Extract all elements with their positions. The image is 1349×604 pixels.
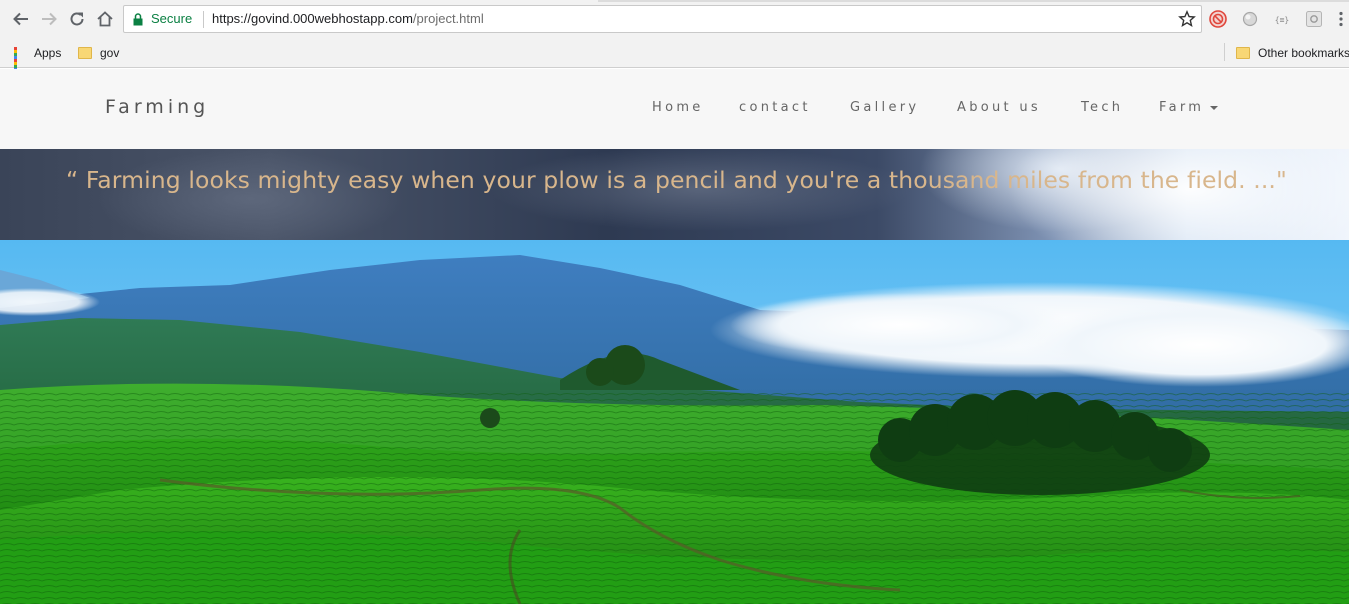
json-braces-icon[interactable]: {≡} [1273, 10, 1291, 28]
reload-icon [70, 12, 84, 26]
back-arrow-icon [13, 12, 28, 26]
bookmark-apps[interactable]: Apps [14, 44, 62, 74]
reload-button[interactable] [66, 8, 88, 30]
nav-farm-dropdown[interactable]: Farm [1159, 100, 1219, 115]
nav-about-us[interactable]: About us [957, 100, 1041, 115]
address-bar[interactable]: Secure https://govind.000webhostapp.com/… [123, 5, 1202, 33]
settings-box-icon[interactable] [1305, 10, 1323, 28]
bookmark-label: Apps [34, 46, 62, 60]
hero-landscape-image [0, 240, 1349, 604]
url-host: https://govind.000webhostapp.com [212, 11, 413, 26]
address-divider [203, 11, 204, 28]
url-text: https://govind.000webhostapp.com/project… [212, 11, 484, 26]
forward-arrow-icon [42, 12, 57, 26]
grey-circle-icon[interactable] [1241, 10, 1259, 28]
bookmark-label: gov [100, 46, 120, 60]
nav-gallery[interactable]: Gallery [850, 100, 919, 115]
folder-icon [1236, 47, 1250, 59]
secure-label: Secure [151, 11, 193, 26]
tea-plantation-illustration [0, 240, 1349, 604]
folder-icon [78, 47, 92, 59]
other-bookmarks-label: Other bookmarks [1258, 46, 1349, 60]
lock-icon [133, 13, 143, 26]
bookmarks-bar: Apps gov Other bookmarks [0, 38, 1349, 74]
nav-tech[interactable]: Tech [1081, 100, 1123, 115]
home-button[interactable] [94, 8, 116, 30]
browser-menu-icon[interactable] [1339, 11, 1343, 27]
bookmarks-divider [1224, 43, 1225, 61]
blocked-circle-icon[interactable] [1209, 10, 1227, 28]
browser-toolbar: Secure https://govind.000webhostapp.com/… [0, 0, 1349, 38]
back-button[interactable] [10, 8, 32, 30]
forward-button[interactable] [38, 8, 60, 30]
home-icon [97, 11, 113, 27]
nav-contact[interactable]: contact [739, 100, 811, 115]
site-navbar: Farming Home contact Gallery About us Te… [0, 69, 1349, 149]
quote-banner: “ Farming looks mighty easy when your pl… [0, 149, 1349, 240]
bookmark-gov[interactable]: gov [78, 44, 119, 62]
url-path: /project.html [412, 11, 484, 26]
bookmark-star-icon[interactable] [1178, 10, 1196, 28]
apps-grid-icon [14, 47, 26, 74]
other-bookmarks[interactable]: Other bookmarks [1236, 44, 1349, 62]
site-brand[interactable]: Farming [105, 96, 209, 118]
svg-text:{≡}: {≡} [1275, 16, 1289, 25]
caret-down-icon [1210, 105, 1219, 110]
nav-farm-label: Farm [1159, 100, 1205, 115]
tab-strip-edge [0, 0, 1349, 2]
farming-quote: “ Farming looks mighty easy when your pl… [66, 166, 1287, 194]
nav-home[interactable]: Home [652, 100, 704, 115]
